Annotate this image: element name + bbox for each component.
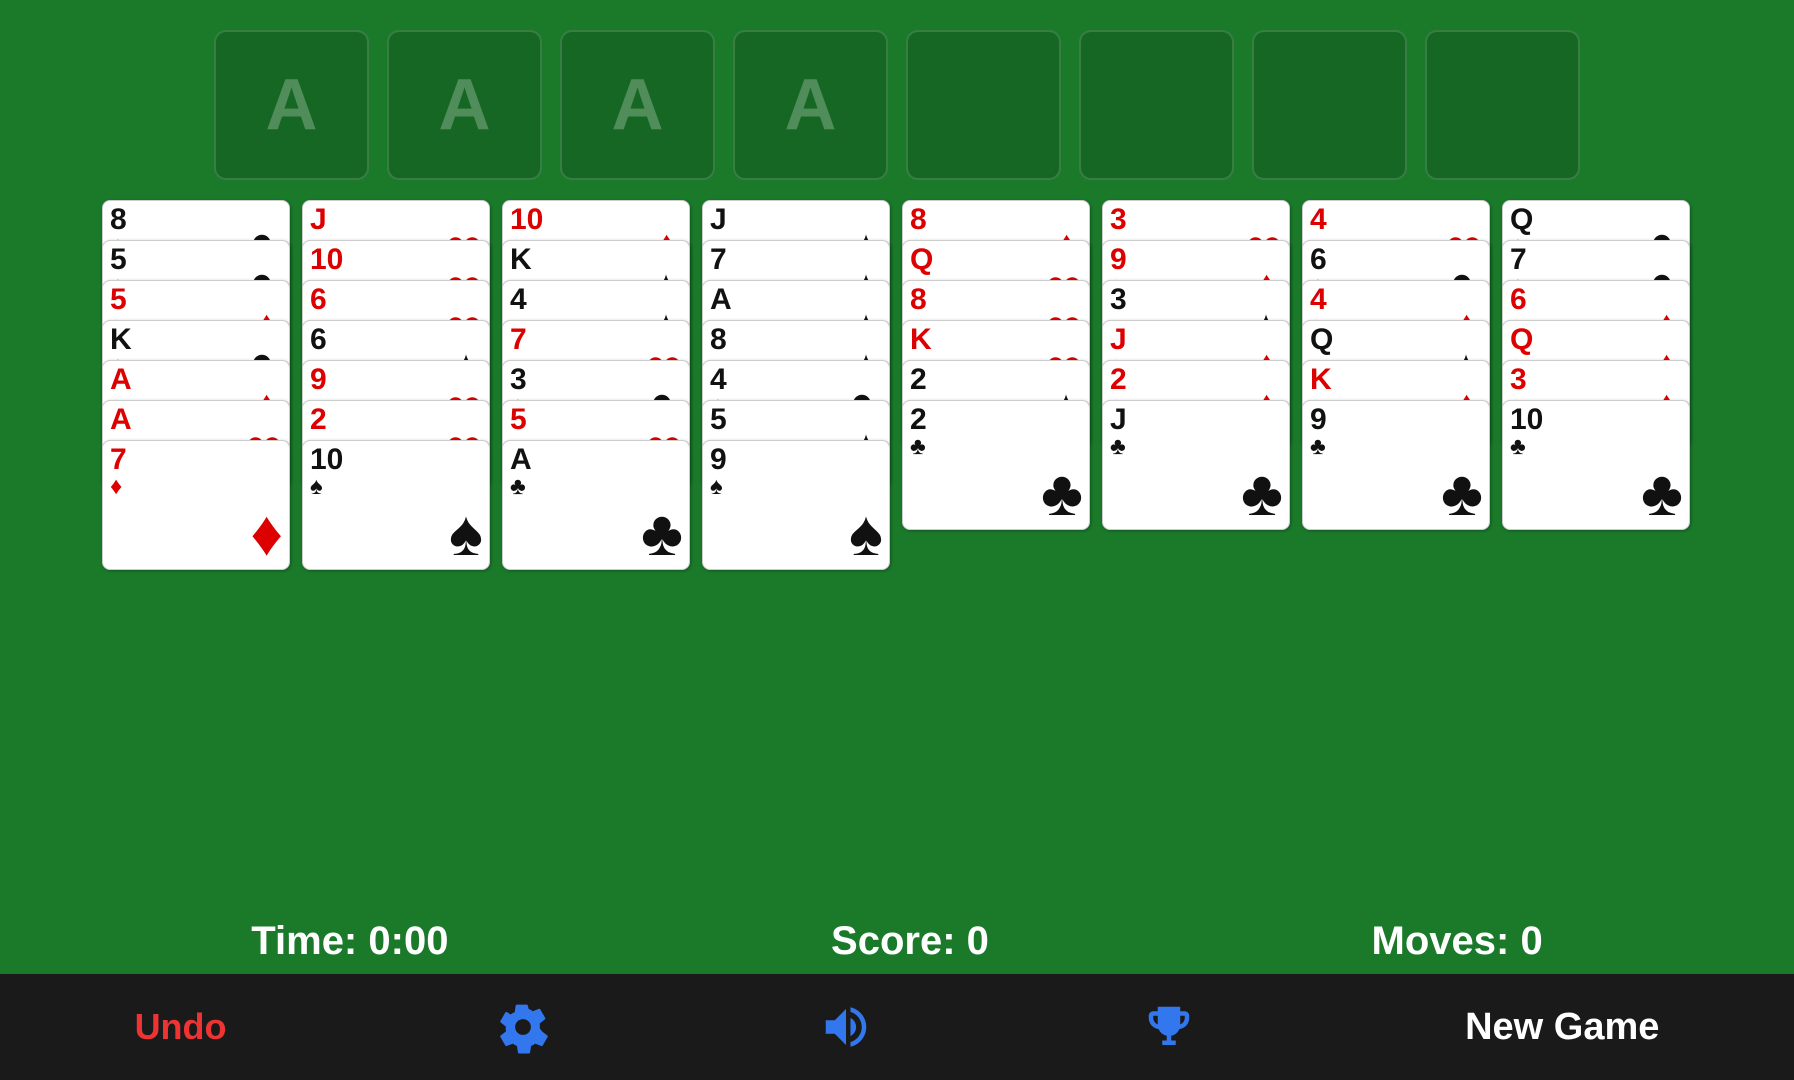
toolbar: Undo New Game — [0, 974, 1794, 1080]
card-1-6[interactable]: 10♠♠ — [302, 440, 490, 570]
card-4-5[interactable]: 2♣♣ — [902, 400, 1090, 530]
time-display: Time: 0:00 — [251, 919, 448, 964]
foundation-slot-0[interactable]: A — [214, 30, 369, 180]
card-2-6[interactable]: A♣♣ — [502, 440, 690, 570]
trophy-button[interactable] — [1142, 1000, 1196, 1054]
tableau-column-5: 3♥♥9♦♦3♠♠J♦♦2♦♦J♣♣ — [1102, 200, 1292, 570]
card-7-5[interactable]: 10♣♣ — [1502, 400, 1690, 530]
moves-display: Moves: 0 — [1372, 919, 1543, 964]
tableau-column-3: J♠♠7♠♠A♠♠8♠♠4♣♣5♠♠9♠♠ — [702, 200, 892, 570]
foundation-slot-3[interactable]: A — [733, 30, 888, 180]
foundation-slot-7[interactable] — [1425, 30, 1580, 180]
card-0-6[interactable]: 7♦♦ — [102, 440, 290, 570]
foundation-slot-2[interactable]: A — [560, 30, 715, 180]
foundation-area: AAAA — [0, 0, 1794, 200]
tableau-column-1: J♥♥10♥♥6♥♥6♠♠9♥♥2♥♥10♠♠ — [302, 200, 492, 570]
sound-icon — [819, 1000, 873, 1054]
tableau-column-7: Q♣♣7♣♣6♦♦Q♦♦3♦♦10♣♣ — [1502, 200, 1692, 570]
card-3-6[interactable]: 9♠♠ — [702, 440, 890, 570]
tableau-column-2: 10♦♦K♠♠4♠♠7♥♥3♣♣5♥♥A♣♣ — [502, 200, 692, 570]
tableau-column-6: 4♥♥6♣♣4♦♦Q♠♠K♦♦9♣♣ — [1302, 200, 1492, 570]
foundation-slot-6[interactable] — [1252, 30, 1407, 180]
tableau-column-0: 8♣♣5♣♣5♦♦K♣♣A♦♦A♥♥7♦♦ — [102, 200, 292, 570]
foundation-slot-5[interactable] — [1079, 30, 1234, 180]
foundation-slot-4[interactable] — [906, 30, 1061, 180]
trophy-icon — [1142, 1000, 1196, 1054]
settings-button[interactable] — [496, 1000, 550, 1054]
card-6-5[interactable]: 9♣♣ — [1302, 400, 1490, 530]
foundation-slot-1[interactable]: A — [387, 30, 542, 180]
undo-button[interactable]: Undo — [135, 1006, 227, 1048]
tableau-column-4: 8♦♦Q♥♥8♥♥K♥♥2♠♠2♣♣ — [902, 200, 1092, 570]
tableau-area: 8♣♣5♣♣5♦♦K♣♣A♦♦A♥♥7♦♦J♥♥10♥♥6♥♥6♠♠9♥♥2♥♥… — [0, 200, 1794, 570]
card-5-5[interactable]: J♣♣ — [1102, 400, 1290, 530]
score-display: Score: 0 — [831, 919, 989, 964]
gear-icon — [496, 1000, 550, 1054]
new-game-button[interactable]: New Game — [1465, 1006, 1659, 1049]
sound-button[interactable] — [819, 1000, 873, 1054]
status-bar: Time: 0:00 Score: 0 Moves: 0 — [0, 909, 1794, 974]
